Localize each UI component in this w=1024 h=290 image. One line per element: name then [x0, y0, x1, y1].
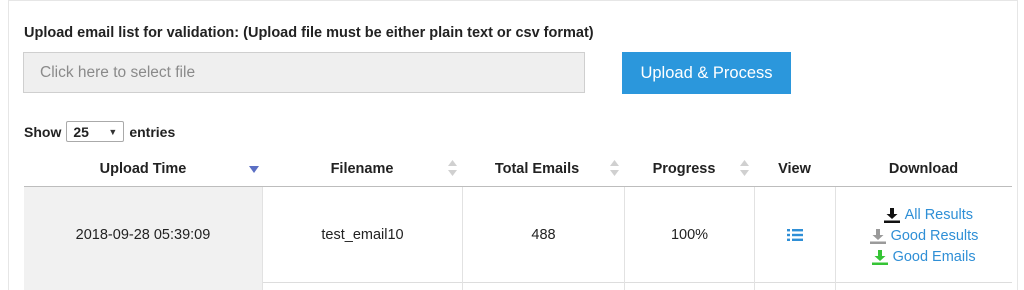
next-row-cell	[463, 283, 625, 290]
next-table-row	[24, 283, 1012, 290]
next-row-cell	[755, 283, 836, 290]
download-icon	[883, 207, 900, 223]
cell-download: All Results Good Results Good Emails	[836, 187, 1012, 283]
column-header-label: Upload Time	[99, 160, 187, 177]
chevron-down-icon: ▼	[108, 126, 118, 137]
next-row-cell	[24, 283, 263, 290]
cell-filename: test_email10	[263, 187, 463, 283]
list-icon[interactable]	[787, 229, 803, 241]
cell-progress: 100%	[625, 187, 755, 283]
sort-both-icon	[610, 159, 619, 177]
upload-process-button[interactable]: Upload & Process	[622, 52, 791, 94]
entries-select-value: 25	[73, 123, 89, 140]
sort-descending-icon	[249, 162, 259, 180]
file-select-input[interactable]: Click here to select file	[23, 52, 585, 93]
next-row-cell	[625, 283, 755, 290]
column-header-progress[interactable]: Progress	[624, 150, 754, 187]
download-all-results-link[interactable]: All Results	[883, 207, 974, 223]
upload-heading: Upload email list for validation: (Uploa…	[24, 25, 594, 41]
cell-view	[755, 187, 836, 283]
cell-upload-time: 2018-09-28 05:39:09	[24, 187, 263, 283]
column-header-label: View	[778, 160, 811, 177]
column-header-label: Progress	[652, 160, 716, 177]
sort-both-icon	[740, 159, 749, 177]
column-header-upload-time[interactable]: Upload Time	[24, 150, 262, 187]
entries-length-control: Show 25 ▼ entries	[24, 121, 175, 142]
column-header-download: Download	[835, 150, 1012, 187]
table-row: 2018-09-28 05:39:09 test_email10 488 100…	[24, 187, 1012, 283]
entries-select[interactable]: 25 ▼	[66, 121, 125, 142]
entries-label: entries	[129, 123, 176, 140]
download-good-emails-link[interactable]: Good Emails	[871, 249, 976, 265]
column-header-label: Download	[888, 160, 959, 177]
download-link-label: Good Results	[890, 228, 979, 244]
download-link-label: Good Emails	[892, 249, 976, 265]
show-label: Show	[24, 123, 62, 140]
download-icon	[871, 249, 888, 265]
download-good-results-link[interactable]: Good Results	[869, 228, 979, 244]
table-header: Upload Time Filename Total Emails Progre…	[24, 150, 1012, 187]
download-links: All Results Good Results Good Emails	[869, 205, 979, 265]
sort-both-icon	[448, 159, 457, 177]
column-header-label: Filename	[330, 160, 394, 177]
column-header-total-emails[interactable]: Total Emails	[462, 150, 624, 187]
download-link-label: All Results	[904, 207, 974, 223]
cell-total-emails: 488	[463, 187, 625, 283]
column-header-view: View	[754, 150, 835, 187]
download-icon	[869, 228, 886, 244]
column-header-filename[interactable]: Filename	[262, 150, 462, 187]
column-header-label: Total Emails	[494, 160, 580, 177]
next-row-cell	[263, 283, 463, 290]
